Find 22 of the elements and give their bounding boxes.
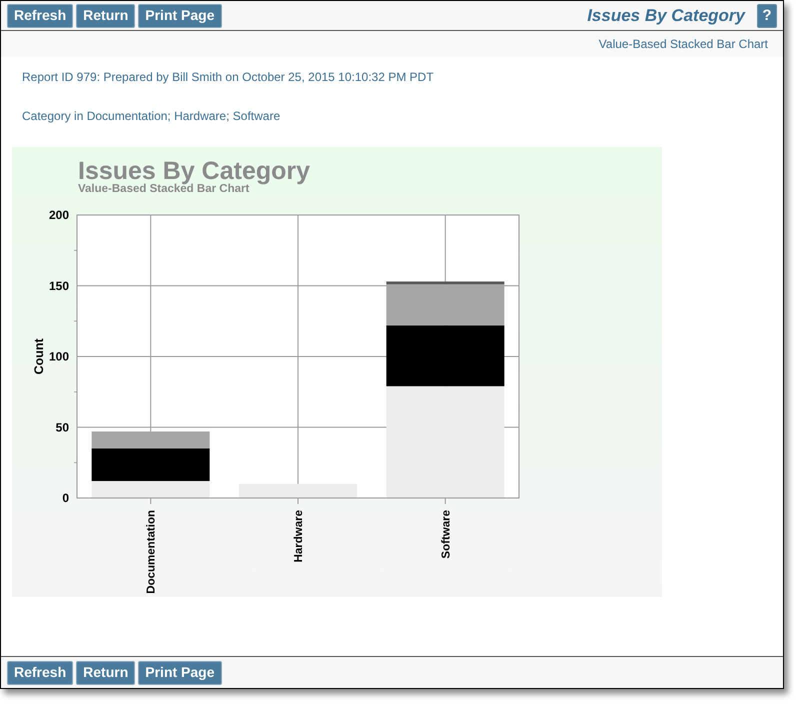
chart-subtitle: Value-Based Stacked Bar Chart	[78, 183, 250, 195]
x-axis-label: Hardware	[293, 510, 305, 562]
y-tick-label: 0	[62, 491, 69, 505]
toolbar-button[interactable]: Refresh	[7, 4, 74, 28]
toolbar-button[interactable]: Return	[76, 4, 136, 28]
y-axis-title: Count	[32, 338, 46, 375]
y-tick-label: 200	[48, 208, 69, 222]
x-axis-label: Software	[440, 510, 452, 559]
x-axis-label: Documentation	[146, 510, 158, 594]
chart-type-label: Value-Based Stacked Bar Chart	[598, 36, 768, 53]
help-button[interactable]: ?	[757, 4, 777, 28]
toolbar-button[interactable]: Print Page	[138, 660, 222, 684]
toolbar-button[interactable]: Print Page	[138, 4, 222, 28]
y-tick-label: 50	[56, 420, 69, 434]
page-title: Issues By Category	[587, 4, 745, 27]
toolbar-button[interactable]: Return	[76, 660, 136, 684]
report-info: Report ID 979: Prepared by Bill Smith on October 25, 2015 10:10:32 PM PDT	[22, 69, 434, 86]
filter-text: Category in Documentation; Hardware; Software	[22, 108, 280, 125]
chart-title: Issues By Category	[78, 157, 310, 185]
y-tick-label: 150	[48, 278, 69, 293]
toolbar-button[interactable]: Refresh	[7, 660, 74, 684]
y-tick-label: 100	[48, 350, 69, 364]
